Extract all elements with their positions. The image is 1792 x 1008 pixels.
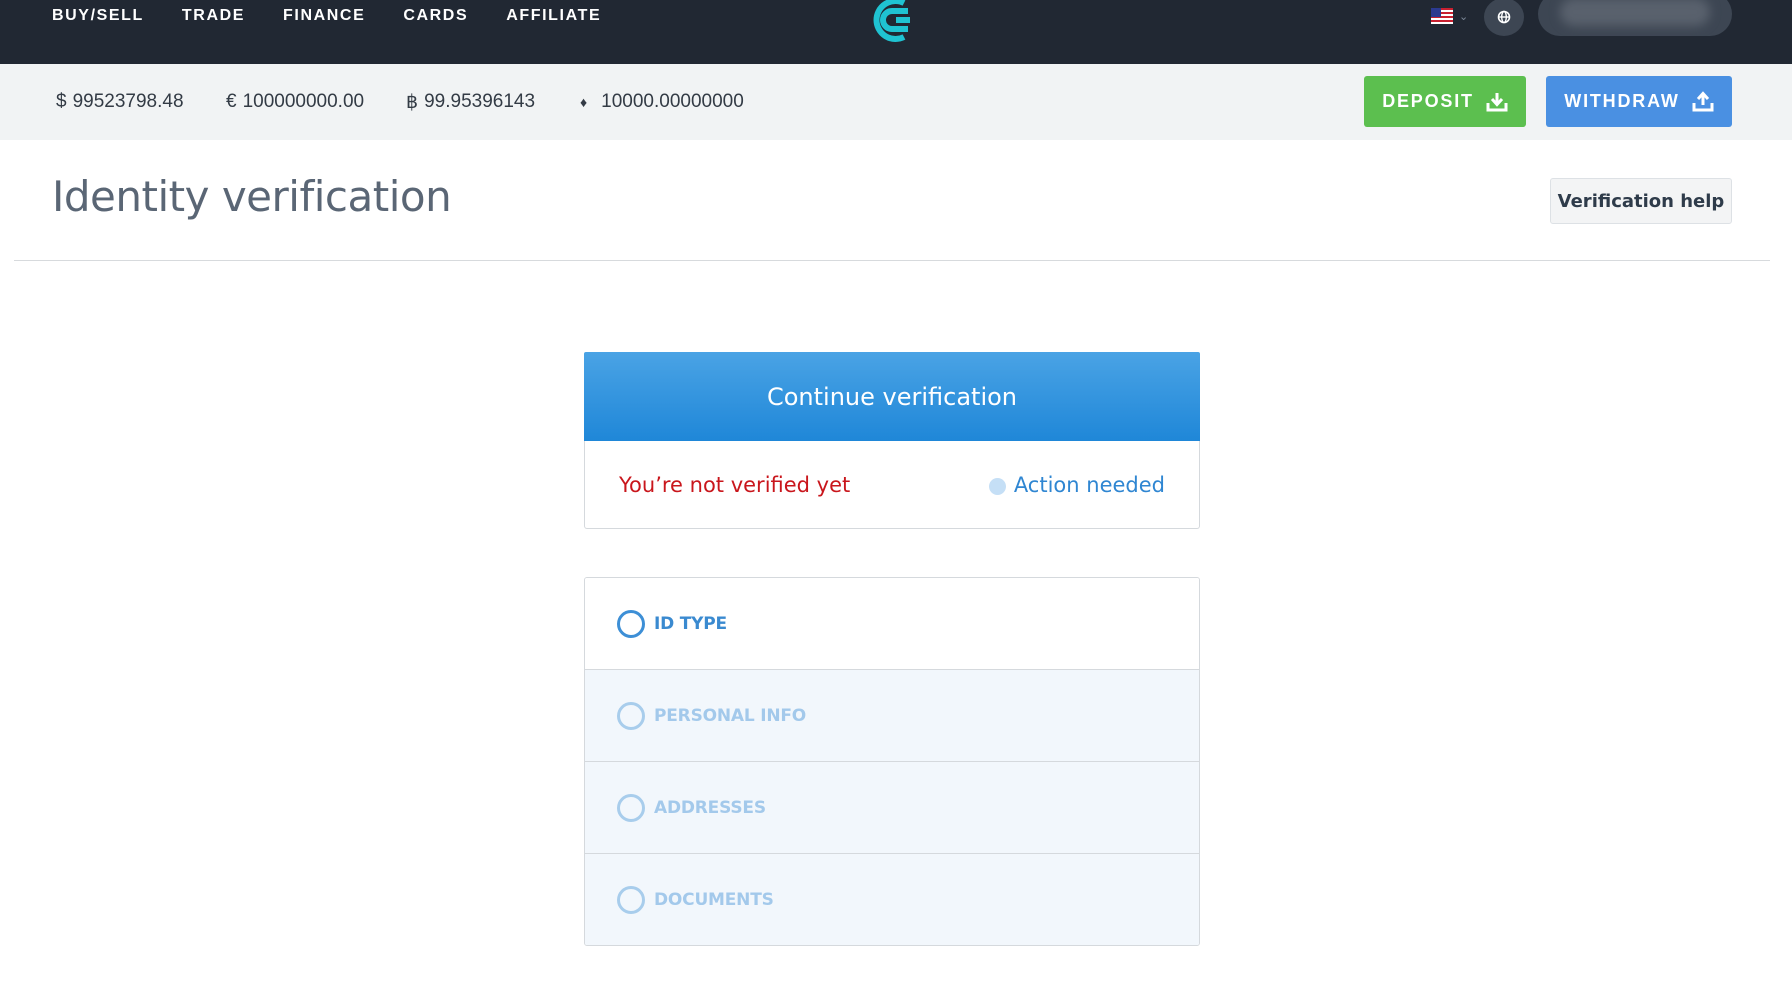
withdraw-label: WITHDRAW [1564, 91, 1680, 111]
globe-button[interactable] [1484, 0, 1524, 36]
language-selector[interactable]: ⌄ [1431, 8, 1468, 24]
cex-logo-icon[interactable] [864, 0, 922, 46]
us-flag-icon [1431, 8, 1453, 24]
account-menu[interactable] [1538, 0, 1732, 36]
status-dot-icon [988, 478, 1006, 495]
step-label: PERSONAL INFO [654, 705, 807, 726]
balance-btc: ฿ 99.95396143 [406, 64, 535, 140]
euro-icon: € [226, 91, 237, 112]
withdraw-button[interactable]: WITHDRAW [1546, 76, 1732, 127]
nav-trade[interactable]: TRADE [182, 7, 245, 25]
page-title: Identity verification [52, 172, 452, 221]
account-name-blurred [1560, 0, 1710, 26]
step-documents[interactable]: DOCUMENTS [585, 853, 1199, 945]
nav-finance[interactable]: FINANCE [283, 7, 365, 25]
download-icon [1486, 92, 1508, 111]
verification-status: You’re not verified yet Action needed [584, 441, 1200, 529]
step-circle-icon [617, 885, 645, 914]
balance-eur: € 100000000.00 [226, 64, 364, 140]
ethereum-icon: ♦ [580, 94, 588, 110]
action-needed-status: Action needed [988, 441, 1165, 528]
header-divider [14, 260, 1770, 261]
step-addresses[interactable]: ADDRESSES [585, 761, 1199, 853]
balance-bar: $ 99523798.48 € 100000000.00 ฿ 99.953961… [0, 64, 1792, 140]
balance-amount: 10000.00000000 [601, 91, 744, 112]
deposit-button[interactable]: DEPOSIT [1364, 76, 1526, 127]
step-label: ADDRESSES [654, 797, 766, 818]
verification-steps: ID TYPE PERSONAL INFO ADDRESSES DOCUMENT… [584, 577, 1200, 946]
balance-amount: 99523798.48 [72, 91, 184, 112]
chevron-down-icon: ⌄ [1459, 9, 1469, 23]
main-menu: BUY/SELL TRADE FINANCE CARDS AFFILIATE [52, 0, 639, 32]
globe-icon [1497, 10, 1511, 24]
upload-icon [1692, 90, 1714, 111]
dollar-icon: $ [56, 91, 67, 112]
nav-cards[interactable]: CARDS [403, 7, 468, 25]
nav-buy-sell[interactable]: BUY/SELL [52, 7, 144, 25]
not-verified-text: You’re not verified yet [619, 472, 851, 497]
step-circle-icon [617, 793, 645, 822]
balance-amount: 100000000.00 [242, 91, 365, 112]
action-needed-label: Action needed [1013, 472, 1165, 497]
bitcoin-icon: ฿ [406, 91, 419, 113]
balance-usd: $ 99523798.48 [56, 64, 184, 140]
top-nav: BUY/SELL TRADE FINANCE CARDS AFFILIATE ⌄ [0, 0, 1792, 64]
step-circle-icon [617, 701, 645, 730]
deposit-label: DEPOSIT [1382, 91, 1474, 111]
step-circle-icon [617, 609, 645, 638]
step-label: DOCUMENTS [654, 889, 774, 910]
balance-eth: ♦ 10000.00000000 [580, 64, 744, 140]
balance-amount: 99.95396143 [424, 91, 536, 112]
step-id-type[interactable]: ID TYPE [585, 578, 1199, 669]
step-label: ID TYPE [654, 613, 727, 634]
nav-affiliate[interactable]: AFFILIATE [506, 7, 601, 25]
step-personal-info[interactable]: PERSONAL INFO [585, 669, 1199, 761]
continue-verification-button[interactable]: Continue verification [584, 352, 1200, 441]
verification-help-button[interactable]: Verification help [1550, 178, 1732, 224]
